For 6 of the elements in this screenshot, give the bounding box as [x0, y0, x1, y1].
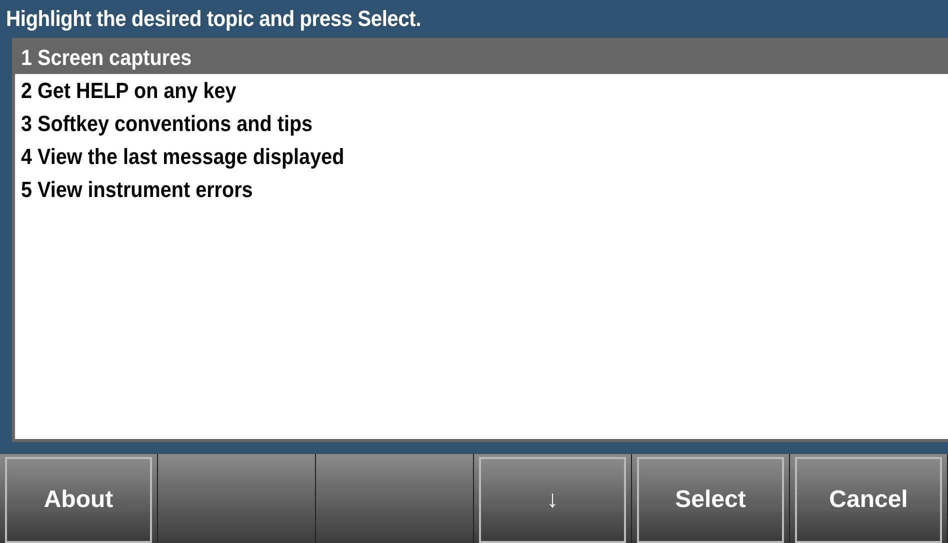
- softkey[interactable]: ↓: [479, 457, 626, 543]
- softkey[interactable]: Cancel: [795, 457, 942, 543]
- softkey[interactable]: Select: [637, 457, 784, 543]
- topic-item[interactable]: 1 Screen captures: [15, 41, 948, 74]
- softkey[interactable]: About: [5, 457, 152, 543]
- prompt-title: Highlight the desired topic and press Select.: [6, 5, 422, 33]
